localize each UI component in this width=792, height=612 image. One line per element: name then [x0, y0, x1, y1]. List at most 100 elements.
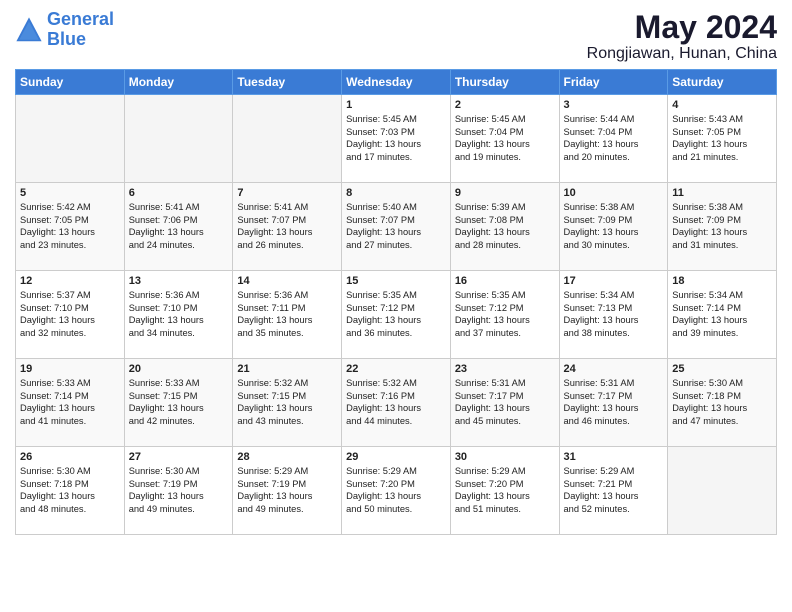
calendar-cell: 13 Sunrise: 5:36 AM Sunset: 7:10 PM Dayli…	[124, 271, 233, 359]
day-info: Sunrise: 5:35 AM Sunset: 7:12 PM Dayligh…	[346, 289, 446, 339]
weekday-header-thursday: Thursday	[450, 70, 559, 95]
calendar-cell: 5 Sunrise: 5:42 AM Sunset: 7:05 PM Daylig…	[16, 183, 125, 271]
calendar-cell: 25 Sunrise: 5:30 AM Sunset: 7:18 PM Dayli…	[668, 359, 777, 447]
calendar-cell: 14 Sunrise: 5:36 AM Sunset: 7:11 PM Dayli…	[233, 271, 342, 359]
day-number: 12	[20, 275, 120, 287]
calendar-cell: 6 Sunrise: 5:41 AM Sunset: 7:06 PM Daylig…	[124, 183, 233, 271]
day-info: Sunrise: 5:36 AM Sunset: 7:10 PM Dayligh…	[129, 289, 229, 339]
day-number: 21	[237, 363, 337, 375]
calendar-cell: 31 Sunrise: 5:29 AM Sunset: 7:21 PM Dayli…	[559, 447, 668, 535]
day-info: Sunrise: 5:45 AM Sunset: 7:03 PM Dayligh…	[346, 113, 446, 163]
day-number: 13	[129, 275, 229, 287]
calendar-cell: 7 Sunrise: 5:41 AM Sunset: 7:07 PM Daylig…	[233, 183, 342, 271]
day-info: Sunrise: 5:32 AM Sunset: 7:15 PM Dayligh…	[237, 377, 337, 427]
day-number: 16	[455, 275, 555, 287]
day-number: 26	[20, 451, 120, 463]
day-number: 22	[346, 363, 446, 375]
calendar-cell: 12 Sunrise: 5:37 AM Sunset: 7:10 PM Dayli…	[16, 271, 125, 359]
calendar-cell	[233, 95, 342, 183]
day-number: 7	[237, 187, 337, 199]
day-number: 4	[672, 99, 772, 111]
calendar-cell: 1 Sunrise: 5:45 AM Sunset: 7:03 PM Daylig…	[342, 95, 451, 183]
calendar-cell: 27 Sunrise: 5:30 AM Sunset: 7:19 PM Dayli…	[124, 447, 233, 535]
day-info: Sunrise: 5:45 AM Sunset: 7:04 PM Dayligh…	[455, 113, 555, 163]
weekday-header-saturday: Saturday	[668, 70, 777, 95]
day-number: 9	[455, 187, 555, 199]
day-number: 11	[672, 187, 772, 199]
weekday-header-row: SundayMondayTuesdayWednesdayThursdayFrid…	[16, 70, 777, 95]
day-info: Sunrise: 5:34 AM Sunset: 7:13 PM Dayligh…	[564, 289, 664, 339]
calendar-cell: 30Sunrise: 5:29 AM Sunset: 7:20 PM Dayli…	[450, 447, 559, 535]
logo-text: General Blue	[47, 10, 114, 50]
day-info: Sunrise: 5:35 AM Sunset: 7:12 PM Dayligh…	[455, 289, 555, 339]
day-info: Sunrise: 5:38 AM Sunset: 7:09 PM Dayligh…	[564, 201, 664, 251]
day-info: Sunrise: 5:44 AM Sunset: 7:04 PM Dayligh…	[564, 113, 664, 163]
calendar-week-5: 26 Sunrise: 5:30 AM Sunset: 7:18 PM Dayli…	[16, 447, 777, 535]
header: General Blue May 2024 Rongjiawan, Hunan,…	[15, 10, 777, 63]
day-info: Sunrise: 5:41 AM Sunset: 7:07 PM Dayligh…	[237, 201, 337, 251]
day-number: 18	[672, 275, 772, 287]
calendar-cell: 22 Sunrise: 5:32 AM Sunset: 7:16 PM Dayli…	[342, 359, 451, 447]
calendar-cell: 19Sunrise: 5:33 AM Sunset: 7:14 PM Dayli…	[16, 359, 125, 447]
calendar-cell: 28Sunrise: 5:29 AM Sunset: 7:19 PM Dayli…	[233, 447, 342, 535]
calendar-cell: 18Sunrise: 5:34 AM Sunset: 7:14 PM Dayli…	[668, 271, 777, 359]
logo-line1: General	[47, 9, 114, 29]
day-info: Sunrise: 5:40 AM Sunset: 7:07 PM Dayligh…	[346, 201, 446, 251]
day-info: Sunrise: 5:41 AM Sunset: 7:06 PM Dayligh…	[129, 201, 229, 251]
calendar-week-1: 1 Sunrise: 5:45 AM Sunset: 7:03 PM Daylig…	[16, 95, 777, 183]
day-number: 5	[20, 187, 120, 199]
calendar-cell: 9 Sunrise: 5:39 AM Sunset: 7:08 PM Daylig…	[450, 183, 559, 271]
day-number: 10	[564, 187, 664, 199]
day-number: 20	[129, 363, 229, 375]
day-number: 3	[564, 99, 664, 111]
calendar-cell: 4Sunrise: 5:43 AM Sunset: 7:05 PM Daylig…	[668, 95, 777, 183]
calendar-cell: 21 Sunrise: 5:32 AM Sunset: 7:15 PM Dayli…	[233, 359, 342, 447]
calendar-cell: 29 Sunrise: 5:29 AM Sunset: 7:20 PM Dayli…	[342, 447, 451, 535]
day-number: 30	[455, 451, 555, 463]
day-number: 19	[20, 363, 120, 375]
title-block: May 2024 Rongjiawan, Hunan, China	[587, 10, 777, 63]
day-info: Sunrise: 5:29 AM Sunset: 7:20 PM Dayligh…	[346, 465, 446, 515]
calendar-body: 1 Sunrise: 5:45 AM Sunset: 7:03 PM Daylig…	[16, 95, 777, 535]
weekday-header-monday: Monday	[124, 70, 233, 95]
calendar-week-2: 5 Sunrise: 5:42 AM Sunset: 7:05 PM Daylig…	[16, 183, 777, 271]
day-info: Sunrise: 5:39 AM Sunset: 7:08 PM Dayligh…	[455, 201, 555, 251]
calendar-cell: 23Sunrise: 5:31 AM Sunset: 7:17 PM Dayli…	[450, 359, 559, 447]
day-info: Sunrise: 5:29 AM Sunset: 7:21 PM Dayligh…	[564, 465, 664, 515]
day-info: Sunrise: 5:32 AM Sunset: 7:16 PM Dayligh…	[346, 377, 446, 427]
calendar-cell: 10 Sunrise: 5:38 AM Sunset: 7:09 PM Dayli…	[559, 183, 668, 271]
weekday-header-wednesday: Wednesday	[342, 70, 451, 95]
calendar-week-4: 19Sunrise: 5:33 AM Sunset: 7:14 PM Dayli…	[16, 359, 777, 447]
calendar-cell: 3 Sunrise: 5:44 AM Sunset: 7:04 PM Daylig…	[559, 95, 668, 183]
day-number: 1	[346, 99, 446, 111]
day-info: Sunrise: 5:37 AM Sunset: 7:10 PM Dayligh…	[20, 289, 120, 339]
calendar-cell: 20 Sunrise: 5:33 AM Sunset: 7:15 PM Dayli…	[124, 359, 233, 447]
day-info: Sunrise: 5:30 AM Sunset: 7:18 PM Dayligh…	[672, 377, 772, 427]
day-info: Sunrise: 5:33 AM Sunset: 7:15 PM Dayligh…	[129, 377, 229, 427]
day-info: Sunrise: 5:29 AM Sunset: 7:19 PM Dayligh…	[237, 465, 337, 515]
calendar-cell	[668, 447, 777, 535]
calendar-cell: 17Sunrise: 5:34 AM Sunset: 7:13 PM Dayli…	[559, 271, 668, 359]
day-number: 31	[564, 451, 664, 463]
logo-line2: Blue	[47, 30, 114, 50]
calendar-cell: 15Sunrise: 5:35 AM Sunset: 7:12 PM Dayli…	[342, 271, 451, 359]
day-info: Sunrise: 5:42 AM Sunset: 7:05 PM Dayligh…	[20, 201, 120, 251]
day-number: 27	[129, 451, 229, 463]
day-number: 25	[672, 363, 772, 375]
calendar-cell: 24 Sunrise: 5:31 AM Sunset: 7:17 PM Dayli…	[559, 359, 668, 447]
day-number: 24	[564, 363, 664, 375]
day-info: Sunrise: 5:31 AM Sunset: 7:17 PM Dayligh…	[564, 377, 664, 427]
day-info: Sunrise: 5:31 AM Sunset: 7:17 PM Dayligh…	[455, 377, 555, 427]
day-number: 6	[129, 187, 229, 199]
day-number: 29	[346, 451, 446, 463]
day-number: 2	[455, 99, 555, 111]
location: Rongjiawan, Hunan, China	[587, 45, 777, 63]
calendar-cell: 16 Sunrise: 5:35 AM Sunset: 7:12 PM Dayli…	[450, 271, 559, 359]
day-info: Sunrise: 5:36 AM Sunset: 7:11 PM Dayligh…	[237, 289, 337, 339]
calendar-cell: 8Sunrise: 5:40 AM Sunset: 7:07 PM Daylig…	[342, 183, 451, 271]
day-number: 14	[237, 275, 337, 287]
weekday-header-sunday: Sunday	[16, 70, 125, 95]
day-info: Sunrise: 5:30 AM Sunset: 7:18 PM Dayligh…	[20, 465, 120, 515]
calendar-cell	[124, 95, 233, 183]
day-info: Sunrise: 5:30 AM Sunset: 7:19 PM Dayligh…	[129, 465, 229, 515]
